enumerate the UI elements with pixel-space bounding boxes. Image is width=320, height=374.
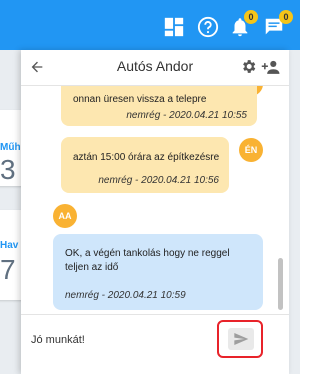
stat-card-value: 7 [0, 254, 16, 285]
message-text: onnan üresen vissza a telepre [73, 94, 207, 105]
top-app-bar: 0 0 [0, 0, 300, 50]
message-meta: nemrég - 2020.04.21 10:59 [65, 290, 186, 301]
message-bubble-other: OK, a végén tankolás hogy ne reggel telj… [53, 234, 263, 310]
chat-panel: Autós Andor onnan üresen vissza a telepr… [21, 50, 289, 374]
stat-card-value: 3 [0, 154, 16, 185]
avatar-other: AA [53, 204, 77, 228]
message-meta: nemrég - 2020.04.21 10:55 [126, 110, 247, 121]
message-text-line: OK, a végén tankolás hogy ne reggel [65, 248, 230, 259]
dashboard-icon[interactable] [163, 16, 185, 38]
notifications-badge: 0 [244, 10, 258, 24]
message-text: aztán 15:00 órára az építkezésre [73, 152, 220, 163]
message-composer [21, 314, 289, 374]
add-user-icon[interactable] [261, 59, 281, 75]
send-button[interactable] [228, 328, 254, 350]
scrollbar-thumb[interactable] [278, 258, 283, 310]
send-button-highlight [217, 320, 263, 358]
message-bubble-own: aztán 15:00 órára az építkezésre nemrég … [61, 137, 229, 193]
stat-card-label: Műh [0, 142, 21, 153]
help-icon[interactable] [197, 16, 219, 38]
message-text-line: teljen az idő [65, 262, 119, 273]
messages-badge: 0 [279, 10, 293, 24]
gear-icon[interactable] [240, 58, 257, 75]
stat-card-label: Hav [0, 240, 19, 251]
chat-header: Autós Andor [21, 50, 289, 86]
avatar-own: ÉN [239, 138, 263, 162]
send-icon [234, 333, 249, 345]
message-list[interactable]: onnan üresen vissza a telepre nemrég - 2… [21, 86, 289, 310]
message-input[interactable] [31, 329, 211, 351]
message-bubble-own: onnan üresen vissza a telepre nemrég - 2… [61, 86, 257, 126]
message-meta: nemrég - 2020.04.21 10:56 [98, 175, 219, 186]
